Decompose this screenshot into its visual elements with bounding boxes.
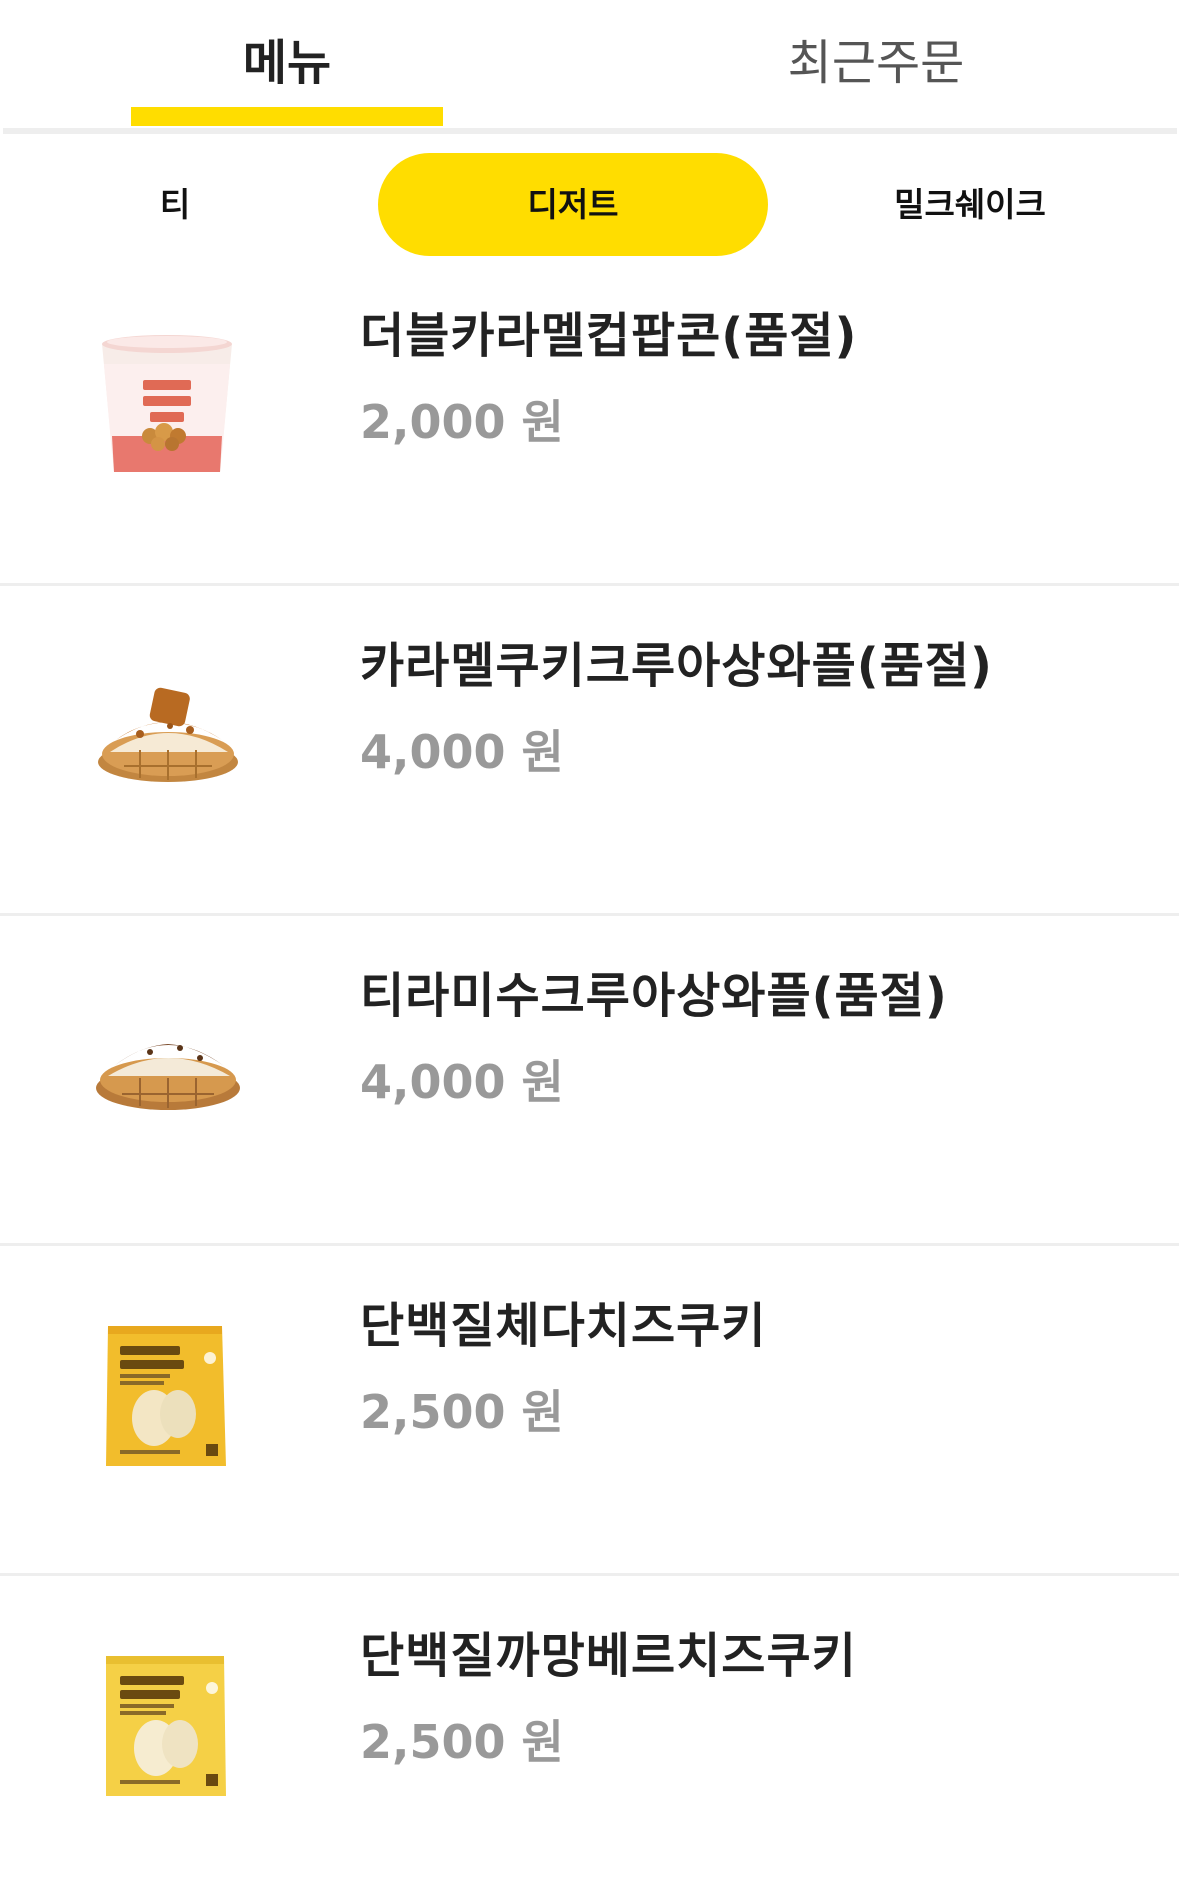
dessert-menu-screen: 메뉴 최근주문 티 디저트 밀크쉐이크 더블카라멜컵팝콘(품절) 2,000 원… (0, 0, 1179, 1896)
item-price: 2,500 원 (360, 1385, 564, 1439)
item-name: 단백질체다치즈쿠키 (360, 1298, 767, 1354)
item-price: 2,000 원 (360, 395, 564, 449)
camembert-protein-cookie-image (40, 1596, 310, 1796)
tab-recent-orders[interactable]: 최근주문 (720, 28, 1032, 98)
item-name: 티라미수크루아상와플(품절) (360, 968, 948, 1024)
menu-item[interactable]: 티라미수크루아상와플(품절) 4,000 원 (0, 916, 1179, 1246)
top-tab-bar: 메뉴 최근주문 (0, 0, 1179, 134)
item-name: 더블카라멜컵팝콘(품절) (360, 308, 858, 364)
tab-menu[interactable]: 메뉴 (131, 28, 443, 98)
item-price: 4,000 원 (360, 725, 564, 779)
cheddar-protein-cookie-image (40, 1266, 310, 1466)
menu-item[interactable]: 단백질까망베르치즈쿠키 2,500 원 (0, 1576, 1179, 1896)
active-tab-indicator (131, 107, 443, 126)
tiramisu-croissant-waffle-image (40, 936, 310, 1136)
caramel-popcorn-cup-image (40, 276, 310, 476)
caramel-cookie-croissant-waffle-image (40, 606, 310, 806)
item-price: 2,500 원 (360, 1715, 564, 1769)
category-tea[interactable]: 티 (100, 153, 250, 256)
item-name: 단백질까망베르치즈쿠키 (360, 1628, 857, 1684)
category-dessert[interactable]: 디저트 (378, 153, 768, 256)
category-milkshake[interactable]: 밀크쉐이크 (860, 153, 1080, 256)
menu-item[interactable]: 단백질체다치즈쿠키 2,500 원 (0, 1246, 1179, 1576)
tab-divider (3, 128, 1177, 134)
menu-item[interactable]: 더블카라멜컵팝콘(품절) 2,000 원 (0, 256, 1179, 586)
item-name: 카라멜쿠키크루아상와플(품절) (360, 638, 993, 694)
item-price: 4,000 원 (360, 1055, 564, 1109)
menu-item[interactable]: 카라멜쿠키크루아상와플(품절) 4,000 원 (0, 586, 1179, 916)
